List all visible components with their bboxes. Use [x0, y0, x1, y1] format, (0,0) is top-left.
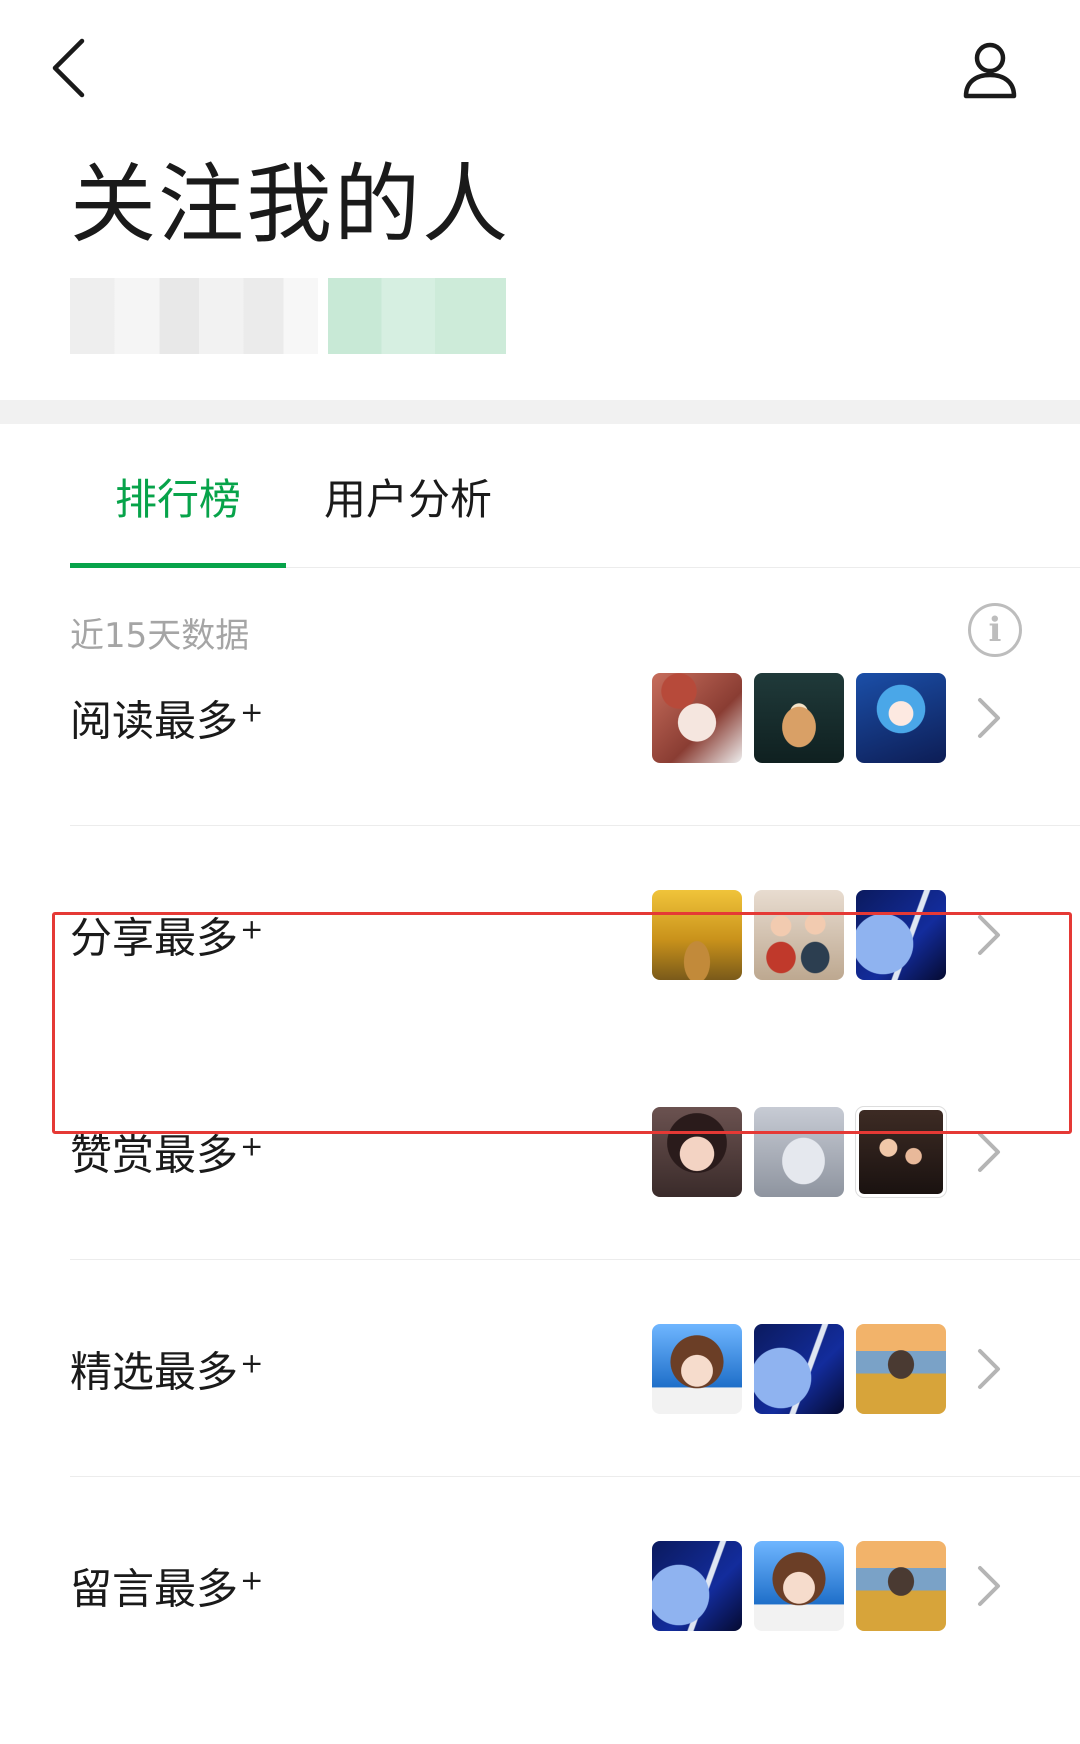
avatar: [652, 1323, 742, 1414]
avatar-group: [652, 672, 946, 763]
avatar-group: [652, 889, 946, 980]
avatar: [856, 889, 946, 980]
page-title: 关注我的人: [70, 155, 510, 255]
avatar: [754, 1323, 844, 1414]
plus-mark: +: [240, 1129, 264, 1162]
plus-mark: +: [240, 695, 264, 728]
avatar: [754, 1540, 844, 1631]
section-separator: [0, 400, 1080, 424]
profile-button[interactable]: [940, 26, 1040, 116]
avatar: [856, 1323, 946, 1414]
avatar: [856, 1540, 946, 1631]
tab-ranking[interactable]: 排行榜: [70, 470, 286, 568]
avatar-group: [652, 1540, 946, 1631]
chevron-right-icon: [978, 1348, 1000, 1389]
rank-row-most-featured[interactable]: 精选最多+: [0, 1260, 1080, 1477]
tab-bar: 排行榜 用户分析: [70, 470, 1080, 568]
avatar: [652, 1106, 742, 1197]
chevron-right-icon: [978, 1565, 1000, 1606]
rank-row-label: 精选最多+: [70, 1346, 264, 1396]
rank-row-label: 留言最多+: [70, 1563, 264, 1613]
avatar: [652, 672, 742, 763]
chevron-left-icon: [52, 38, 85, 98]
tab-user-analysis[interactable]: 用户分析: [324, 470, 504, 568]
chevron-right-icon: [978, 1131, 1000, 1172]
avatar-group: [652, 1323, 946, 1414]
rank-row-label: 阅读最多+: [70, 695, 264, 745]
avatar: [754, 889, 844, 980]
blurred-subtitle: [70, 278, 506, 354]
rank-row-label: 赞赏最多+: [70, 1129, 264, 1179]
rank-row-most-rewards[interactable]: 赞赏最多+: [0, 1043, 1080, 1260]
chevron-right-icon: [978, 697, 1000, 738]
rank-row-most-comments[interactable]: 留言最多+: [0, 1477, 1080, 1694]
plus-mark: +: [240, 912, 264, 945]
user-icon: [963, 42, 1017, 99]
back-button[interactable]: [28, 28, 108, 108]
avatar: [754, 1106, 844, 1197]
avatar: [652, 1540, 742, 1631]
top-bar: [0, 0, 1080, 130]
rank-row-most-shared[interactable]: 分享最多+: [0, 826, 1080, 1043]
rank-row-label: 分享最多+: [70, 912, 264, 962]
blurred-text-block: [70, 278, 318, 354]
avatar: [856, 672, 946, 763]
avatar: [652, 889, 742, 980]
plus-mark: +: [240, 1563, 264, 1596]
rank-row-most-read[interactable]: 阅读最多+: [0, 609, 1080, 826]
plus-mark: +: [240, 1346, 264, 1379]
chevron-right-icon: [978, 914, 1000, 955]
avatar: [754, 672, 844, 763]
avatar: [855, 1105, 947, 1198]
blurred-link-block: [328, 278, 506, 354]
avatar-group: [652, 1105, 947, 1198]
